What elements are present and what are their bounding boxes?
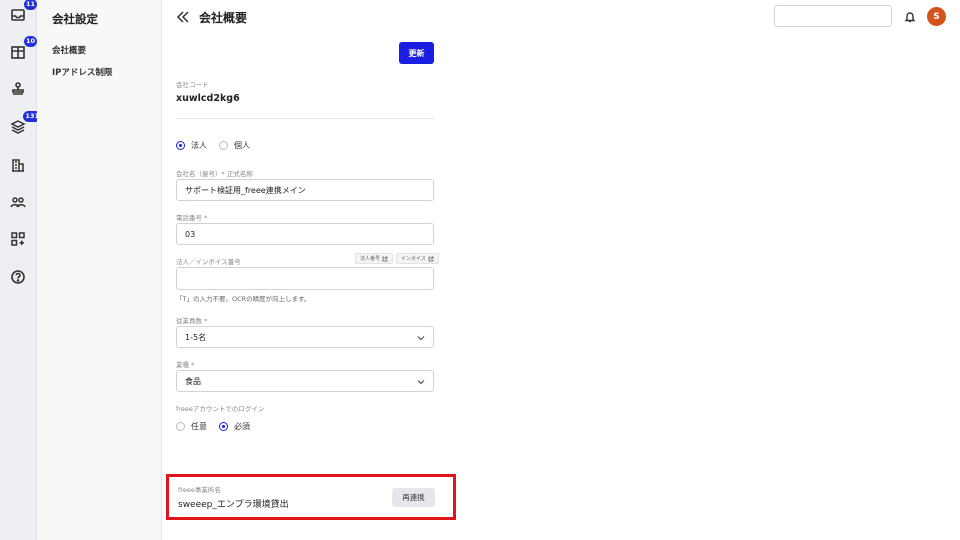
phone-field[interactable]: 03 [176, 223, 434, 245]
freee-login-optional-label: 任意 [191, 422, 207, 431]
freee-login-required-option[interactable]: 必須 [219, 421, 250, 432]
entity-type-radio-group: 法人 個人 [176, 140, 262, 151]
phone-value: 03 [185, 229, 196, 239]
settings-subnav: 会社設定 会社概要 IPアドレス制限 [37, 0, 162, 540]
invoice-hint: 「T」の入力不要。OCRの精度が向上します。 [176, 295, 311, 303]
industry-select[interactable]: 食品 [176, 370, 434, 392]
building-icon[interactable] [8, 155, 28, 175]
radio-selected[interactable] [219, 422, 228, 431]
industry-value: 食品 [185, 376, 201, 386]
stamp-icon[interactable] [8, 79, 28, 99]
invoice-link-label: インボイス [401, 256, 426, 262]
corp-number-link-label: 法人番号 [360, 256, 381, 262]
columns-badge: 10 [23, 36, 37, 47]
update-button[interactable]: 更新 [399, 42, 434, 64]
subnav-item-ip-restriction[interactable]: IPアドレス制限 [52, 66, 112, 78]
columns-icon[interactable]: 10 [8, 36, 37, 62]
company-code-label: 会社コード [176, 81, 209, 89]
radio-unselected[interactable] [219, 141, 228, 150]
bell-icon[interactable] [904, 10, 916, 23]
phone-label: 電話番号 * [176, 214, 208, 222]
apps-add-icon[interactable] [8, 229, 28, 249]
external-link-icon [428, 256, 434, 261]
entity-type-corporation-label: 法人 [191, 141, 207, 150]
subnav-title: 会社設定 [52, 12, 98, 26]
radio-selected[interactable] [176, 141, 185, 150]
freee-office-panel: freee事業所名 sweeep_エンプラ環境貸出 再連携 [166, 474, 456, 520]
chevron-down-icon [417, 336, 425, 341]
industry-label: 業種 * [176, 361, 195, 369]
icon-rail: 11 10 131 [0, 0, 41, 540]
divider [176, 118, 434, 119]
double-chevron-left-icon[interactable] [176, 10, 190, 24]
corp-number-link[interactable]: 法人番号 [355, 253, 394, 264]
freee-login-optional-option[interactable]: 任意 [176, 421, 207, 432]
freee-office-name: sweeep_エンプラ環境貸出 [178, 500, 289, 510]
avatar[interactable]: S [927, 7, 946, 26]
company-name-field[interactable]: サポート検証用_freee連携メイン [176, 179, 434, 201]
employees-select[interactable]: 1-5名 [176, 326, 434, 348]
inbox-badge: 11 [23, 0, 37, 10]
inbox-icon[interactable]: 11 [8, 0, 37, 25]
company-name-value: サポート検証用_freee連携メイン [185, 185, 306, 195]
entity-type-corporation-option[interactable]: 法人 [176, 140, 207, 151]
search-input[interactable] [774, 5, 892, 27]
invoice-number-label: 法人／インボイス番号 [176, 258, 241, 266]
users-icon[interactable] [8, 192, 28, 212]
entity-type-individual-option[interactable]: 個人 [219, 140, 250, 151]
relink-button[interactable]: 再連携 [392, 488, 435, 507]
company-code-value: xuwlcd2kg6 [176, 93, 240, 104]
invoice-number-field[interactable] [176, 267, 434, 290]
freee-office-label: freee事業所名 [178, 486, 221, 494]
freee-login-required-label: 必須 [234, 422, 250, 431]
invoice-link[interactable]: インボイス [396, 253, 439, 264]
employees-value: 1-5名 [185, 332, 207, 342]
external-link-icon [382, 256, 388, 261]
help-icon[interactable] [8, 267, 28, 287]
subnav-item-company-overview[interactable]: 会社概要 [52, 44, 86, 56]
chevron-down-icon [417, 380, 425, 385]
layers-icon[interactable]: 131 [8, 111, 41, 137]
page-title: 会社概要 [199, 11, 248, 25]
entity-type-individual-label: 個人 [234, 141, 250, 150]
employees-label: 従業員数 * [176, 317, 208, 325]
radio-unselected[interactable] [176, 422, 185, 431]
freee-login-radio-group: 任意 必須 [176, 421, 262, 432]
company-name-label: 会社名（屋号）* 正式名称 [176, 170, 253, 178]
freee-login-label: freeeアカウントでのログイン [176, 405, 265, 413]
